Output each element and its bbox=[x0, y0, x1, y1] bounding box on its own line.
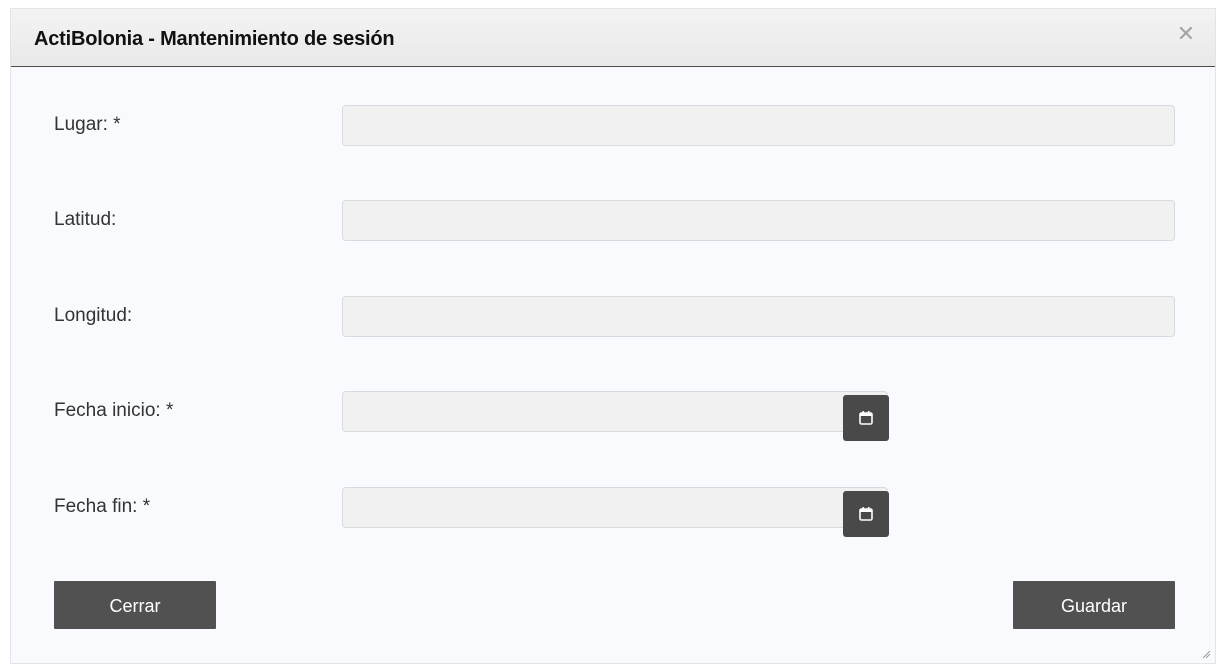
save-button[interactable]: Guardar bbox=[1013, 581, 1175, 629]
fecha-inicio-label: Fecha inicio: * bbox=[54, 400, 174, 421]
longitud-input[interactable] bbox=[342, 296, 1175, 337]
fecha-fin-calendar-button[interactable] bbox=[843, 491, 889, 537]
close-button[interactable]: Cerrar bbox=[54, 581, 216, 629]
calendar-icon bbox=[859, 507, 873, 521]
calendar-icon bbox=[859, 411, 873, 425]
fecha-inicio-calendar-button[interactable] bbox=[843, 395, 889, 441]
latitud-label: Latitud: bbox=[54, 209, 117, 230]
session-dialog: ActiBolonia - Mantenimiento de sesión ✕ … bbox=[10, 8, 1216, 664]
close-icon[interactable]: ✕ bbox=[1175, 23, 1197, 45]
fecha-inicio-input[interactable] bbox=[342, 391, 888, 432]
dialog-title: ActiBolonia - Mantenimiento de sesión bbox=[34, 28, 395, 50]
resize-grip-icon[interactable] bbox=[1201, 649, 1211, 659]
fecha-fin-input[interactable] bbox=[342, 487, 888, 528]
longitud-label: Longitud: bbox=[54, 305, 133, 326]
fecha-fin-label: Fecha fin: * bbox=[54, 496, 151, 517]
lugar-label: Lugar: * bbox=[54, 114, 121, 135]
dialog-titlebar: ActiBolonia - Mantenimiento de sesión ✕ bbox=[11, 9, 1215, 67]
lugar-input[interactable] bbox=[342, 105, 1175, 146]
latitud-input[interactable] bbox=[342, 200, 1175, 241]
